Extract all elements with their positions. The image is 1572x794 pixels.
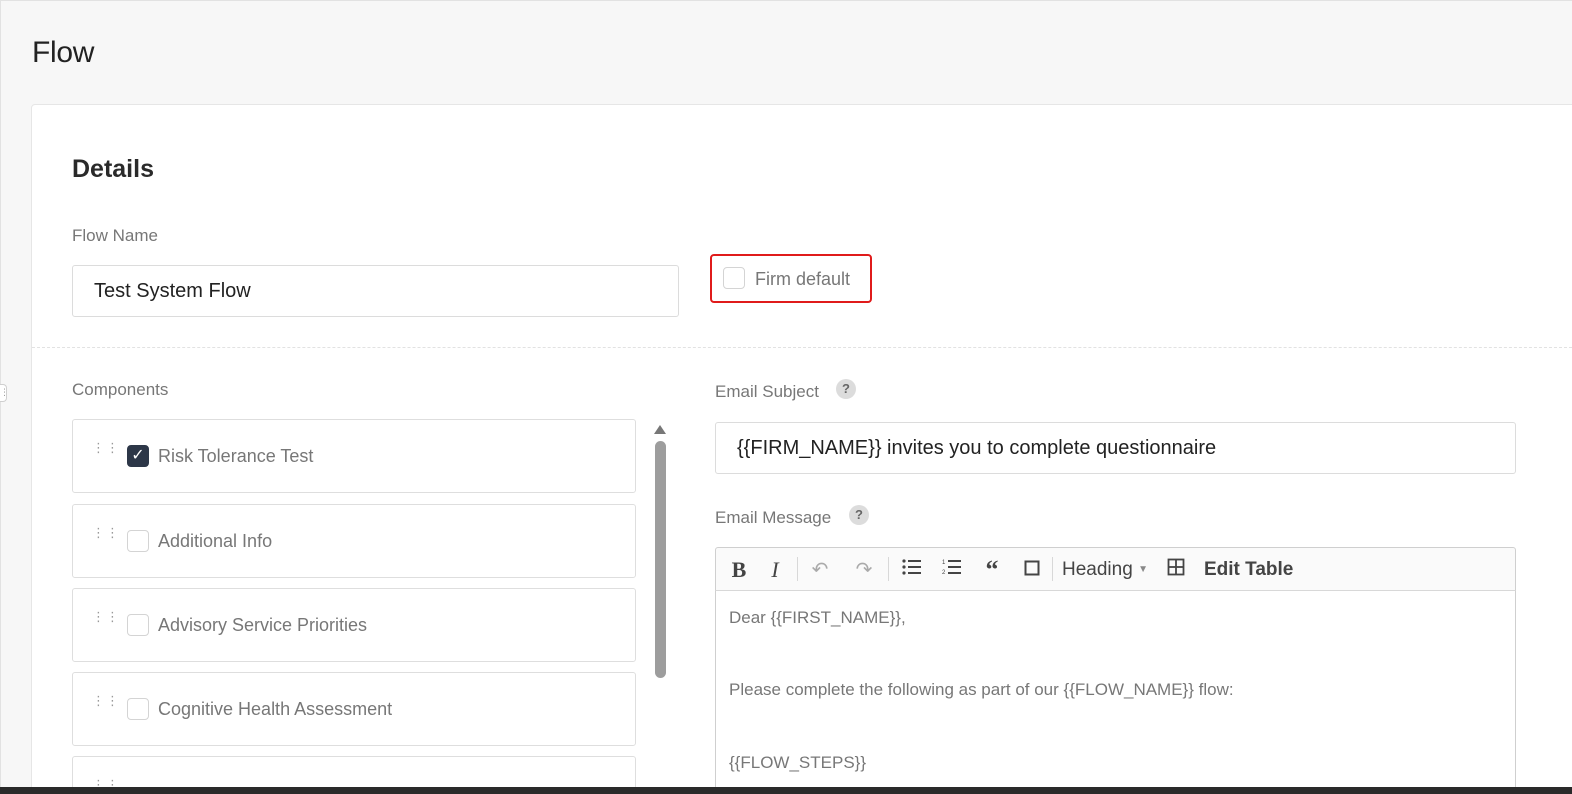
edit-table-dropdown-label: Edit Table: [1204, 559, 1294, 580]
flow-name-input[interactable]: Test System Flow: [72, 265, 679, 317]
component-checkbox[interactable]: ✓: [127, 445, 149, 467]
drag-handle-icon[interactable]: ⋮⋮: [92, 526, 119, 553]
bottom-edge-bar: [0, 787, 1572, 794]
edit-table-dropdown[interactable]: Edit Table ▼: [1204, 556, 1308, 603]
numbered-list-icon[interactable]: 12: [940, 556, 964, 584]
email-message-label: Email Message: [715, 508, 832, 527]
email-message-help-icon[interactable]: ?: [849, 505, 869, 525]
component-label: Advisory Service Priorities: [158, 615, 368, 635]
page-border-top: [0, 0, 1572, 1]
heading-dropdown-label: Heading: [1062, 559, 1133, 581]
component-checkbox[interactable]: [127, 614, 149, 636]
svg-text:1: 1: [942, 560, 946, 566]
bullet-list-icon[interactable]: [900, 556, 924, 584]
message-line: {{FLOW_STEPS}}: [729, 753, 867, 772]
page-title: Flow: [32, 36, 95, 69]
component-label: Cognitive Health Assessment: [158, 699, 393, 719]
components-label: Components: [72, 380, 169, 399]
bold-button[interactable]: B: [728, 556, 750, 584]
component-checkbox[interactable]: [127, 530, 149, 552]
component-label: Risk Tolerance Test: [158, 446, 314, 466]
message-line: Dear {{FIRST_NAME}},: [729, 608, 906, 627]
section-divider: [32, 347, 1572, 348]
component-label: Additional Info: [158, 531, 273, 551]
component-item-additional-info[interactable]: ⋮⋮ Additional Info: [72, 504, 636, 578]
flow-name-label: Flow Name: [72, 226, 158, 245]
drag-handle-icon[interactable]: ⋮⋮: [92, 610, 119, 637]
components-scrollbar-thumb[interactable]: [655, 441, 666, 678]
sidebar-collapse-handle[interactable]: ⋮: [0, 384, 9, 402]
scroll-up-arrow-icon[interactable]: [654, 425, 666, 434]
message-line: Please complete the following as part of…: [729, 680, 1234, 699]
insert-box-icon[interactable]: [1020, 556, 1044, 584]
blockquote-icon[interactable]: “: [980, 556, 1004, 584]
email-subject-input[interactable]: {{FIRM_NAME}} invites you to complete qu…: [715, 422, 1516, 474]
svg-text:2: 2: [942, 570, 946, 576]
email-subject-label: Email Subject: [715, 382, 819, 401]
drag-handle-icon[interactable]: ⋮⋮: [92, 441, 119, 468]
email-message-editor[interactable]: Dear {{FIRST_NAME}}, Please complete the…: [715, 590, 1516, 794]
firm-default-checkbox[interactable]: [723, 267, 745, 289]
details-section-title: Details: [72, 155, 154, 183]
firm-default-label[interactable]: Firm default: [755, 269, 850, 290]
table-icon[interactable]: [1164, 556, 1188, 584]
component-item-risk-tolerance-test[interactable]: ⋮⋮ ✓ Risk Tolerance Test: [72, 419, 636, 493]
component-item-advisory-service-priorities[interactable]: ⋮⋮ Advisory Service Priorities: [72, 588, 636, 662]
chevron-down-icon: ▼: [1138, 564, 1148, 575]
email-subject-help-icon[interactable]: ?: [836, 379, 856, 399]
toolbar-separator: [888, 557, 889, 581]
toolbar-separator: [1052, 557, 1053, 581]
editor-toolbar: B I ↶ ↷ 12 “ Heading ▼ Edit Table ▼: [715, 547, 1516, 603]
component-checkbox[interactable]: [127, 698, 149, 720]
undo-icon[interactable]: ↶: [808, 556, 832, 584]
redo-icon[interactable]: ↷: [852, 556, 876, 584]
drag-handle-icon[interactable]: ⋮⋮: [92, 694, 119, 721]
heading-dropdown[interactable]: Heading ▼: [1062, 556, 1150, 584]
italic-button[interactable]: I: [766, 556, 784, 584]
component-item-cognitive-health-assessment[interactable]: ⋮⋮ Cognitive Health Assessment: [72, 672, 636, 746]
toolbar-separator: [797, 557, 798, 581]
